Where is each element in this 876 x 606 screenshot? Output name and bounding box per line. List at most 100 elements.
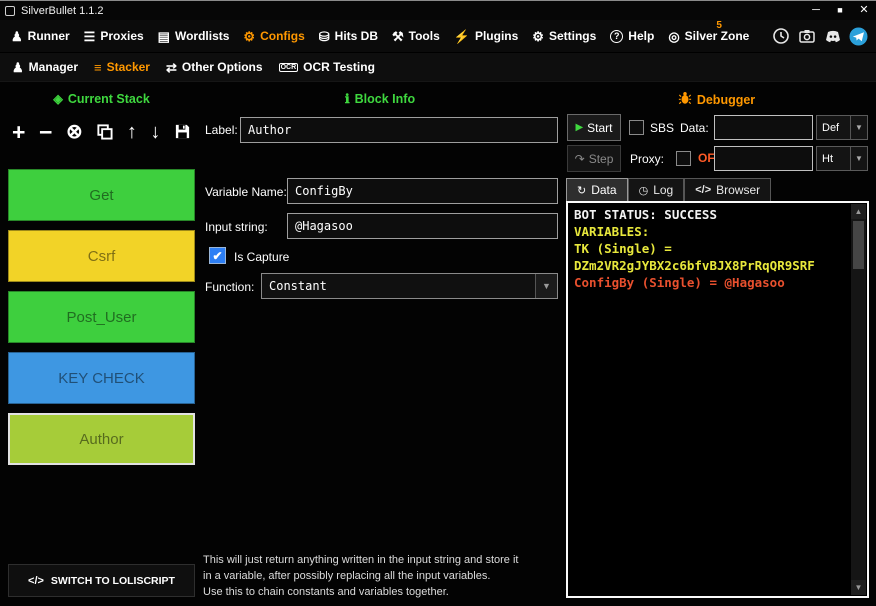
block-label: Author <box>79 431 123 448</box>
debugger-output: BOT STATUS: SUCCESS VARIABLES: TK (Singl… <box>566 201 869 598</box>
start-button[interactable]: ▶ Start <box>567 114 621 141</box>
clock-icon: ◷ <box>639 184 649 197</box>
submenu-item-manager[interactable]: ♟ Manager <box>4 53 86 81</box>
move-up-button[interactable]: ↑ <box>127 122 137 142</box>
block-label: Csrf <box>88 248 116 265</box>
submenu-item-ocr-testing[interactable]: OCR OCR Testing <box>271 53 383 81</box>
step-button[interactable]: ↷ Step <box>567 145 621 172</box>
block-description: This will just return anything written i… <box>203 552 569 600</box>
telegram-icon[interactable] <box>849 27 868 46</box>
stack-block-get[interactable]: Get <box>8 169 195 221</box>
function-dropdown[interactable]: Constant ▼ <box>261 273 558 299</box>
notification-badge: 5 <box>716 20 722 31</box>
block-label: Post_User <box>66 309 136 326</box>
move-down-button[interactable]: ↓ <box>150 122 160 142</box>
menu-item-settings[interactable]: ⚙ Settings <box>525 20 603 52</box>
disable-block-button[interactable]: ⊗ <box>66 122 83 142</box>
menu-item-configs[interactable]: ⚙ Configs <box>236 20 311 52</box>
configs-gear-icon: ⚙ <box>243 30 255 43</box>
output-line: TK (Single) = <box>574 240 861 257</box>
window-title: SilverBullet 1.1.2 <box>21 5 104 17</box>
menu-item-wordlists[interactable]: ▤ Wordlists <box>151 20 237 52</box>
menu-label: Configs <box>260 29 305 43</box>
stacker-layers-icon: ≡ <box>94 61 102 74</box>
database-icon: ⛁ <box>319 30 330 43</box>
input-string-input[interactable] <box>287 213 558 239</box>
variable-name-input[interactable] <box>287 178 558 204</box>
scroll-down-icon[interactable]: ▼ <box>851 580 866 595</box>
discord-icon[interactable] <box>823 27 842 46</box>
label-field-label: Label: <box>205 123 238 137</box>
submenu-label: Stacker <box>107 60 150 74</box>
stack-block-author[interactable]: Author <box>8 413 195 465</box>
chevron-down-icon[interactable]: ▼ <box>535 274 557 298</box>
is-capture-checkbox[interactable]: ✔ <box>209 247 226 264</box>
submenu-label: OCR Testing <box>303 60 375 74</box>
stack-block-post-user[interactable]: Post_User <box>8 291 195 343</box>
menu-item-tools[interactable]: ⚒ Tools <box>385 20 447 52</box>
data-type-dropdown[interactable]: Def ▼ <box>816 115 868 140</box>
block-label: Get <box>89 187 113 204</box>
stack-toolbar: + − ⊗ ↑ ↓ <box>8 111 195 153</box>
label-input[interactable] <box>240 117 558 143</box>
chevron-down-icon[interactable]: ▼ <box>850 147 867 170</box>
menu-label: Proxies <box>100 29 143 43</box>
menu-item-proxies[interactable]: ☰ Proxies <box>77 20 151 52</box>
menubar: ♟ Runner ☰ Proxies ▤ Wordlists ⚙ Configs… <box>0 20 876 53</box>
variable-name-label: Variable Name: <box>205 185 287 199</box>
function-label: Function: <box>205 280 254 294</box>
maximize-button[interactable]: ■ <box>828 1 852 20</box>
close-button[interactable]: ✕ <box>852 1 876 20</box>
titlebar: SilverBullet 1.1.2 ─ ■ ✕ <box>0 1 876 20</box>
history-icon[interactable] <box>771 27 790 46</box>
silverbullet-window: SilverBullet 1.1.2 ─ ■ ✕ ♟ Runner ☰ Prox… <box>0 0 876 606</box>
add-block-button[interactable]: + <box>12 121 25 144</box>
debugger-header: Debugger <box>565 91 868 108</box>
output-line: DZm2VR2gJYBX2c6bfvBJX8PrRqQR9SRF <box>574 257 861 274</box>
tab-browser[interactable]: </> Browser <box>684 178 771 201</box>
submenu-item-other-options[interactable]: ⇄ Other Options <box>158 53 271 81</box>
menu-label: Silver Zone <box>685 29 750 43</box>
save-stack-button[interactable] <box>174 121 191 144</box>
menu-item-help[interactable]: ? Help <box>603 20 661 52</box>
minimize-button[interactable]: ─ <box>804 1 828 20</box>
menu-item-hits-db[interactable]: ⛁ Hits DB <box>312 20 385 52</box>
tab-log[interactable]: ◷ Log <box>628 178 685 201</box>
info-icon: ℹ <box>345 91 350 106</box>
debug-proxy-input[interactable] <box>714 146 813 171</box>
menu-item-plugins[interactable]: ⚡ Plugins <box>447 20 526 52</box>
input-string-label: Input string: <box>205 220 268 234</box>
sbs-checkbox[interactable] <box>629 120 644 135</box>
proxies-icon: ☰ <box>84 30 96 43</box>
menu-label: Settings <box>549 29 596 43</box>
proxy-type-value: Ht <box>817 147 850 170</box>
remove-block-button[interactable]: − <box>39 121 52 144</box>
switch-to-loliscript-button[interactable]: </> SWITCH TO LOLISCRIPT <box>8 564 195 597</box>
camera-icon[interactable] <box>797 27 816 46</box>
proxy-checkbox[interactable] <box>676 151 691 166</box>
menu-label: Runner <box>28 29 70 43</box>
runner-icon: ♟ <box>11 30 23 43</box>
data-type-value: Def <box>817 116 850 139</box>
menu-label: Wordlists <box>175 29 229 43</box>
chevron-down-icon[interactable]: ▼ <box>850 116 867 139</box>
scrollbar-thumb[interactable] <box>853 221 864 269</box>
current-stack-header: ◈ Current Stack <box>8 91 195 106</box>
menu-item-runner[interactable]: ♟ Runner <box>4 20 77 52</box>
menu-item-silver-zone[interactable]: 5 ◎ Silver Zone <box>661 20 756 52</box>
clone-block-button[interactable] <box>96 121 113 144</box>
stack-block-key-check[interactable]: KEY CHECK <box>8 352 195 404</box>
debug-data-input[interactable] <box>714 115 813 140</box>
output-scrollbar[interactable]: ▲ ▼ <box>851 204 866 595</box>
function-dropdown-value: Constant <box>262 274 535 298</box>
scroll-up-icon[interactable]: ▲ <box>851 204 866 219</box>
output-line: BOT STATUS: SUCCESS <box>574 206 861 223</box>
app-icon <box>5 6 15 16</box>
tab-data[interactable]: ↻ Data <box>566 178 628 201</box>
submenu-item-stacker[interactable]: ≡ Stacker <box>86 53 158 81</box>
proxy-type-dropdown[interactable]: Ht ▼ <box>816 146 868 171</box>
block-info-header: ℹ Block Info <box>200 91 560 106</box>
stack-block-csrf[interactable]: Csrf <box>8 230 195 282</box>
block-stack-list: Get Csrf Post_User KEY CHECK Author <box>8 169 195 474</box>
play-icon: ▶ <box>575 122 583 133</box>
